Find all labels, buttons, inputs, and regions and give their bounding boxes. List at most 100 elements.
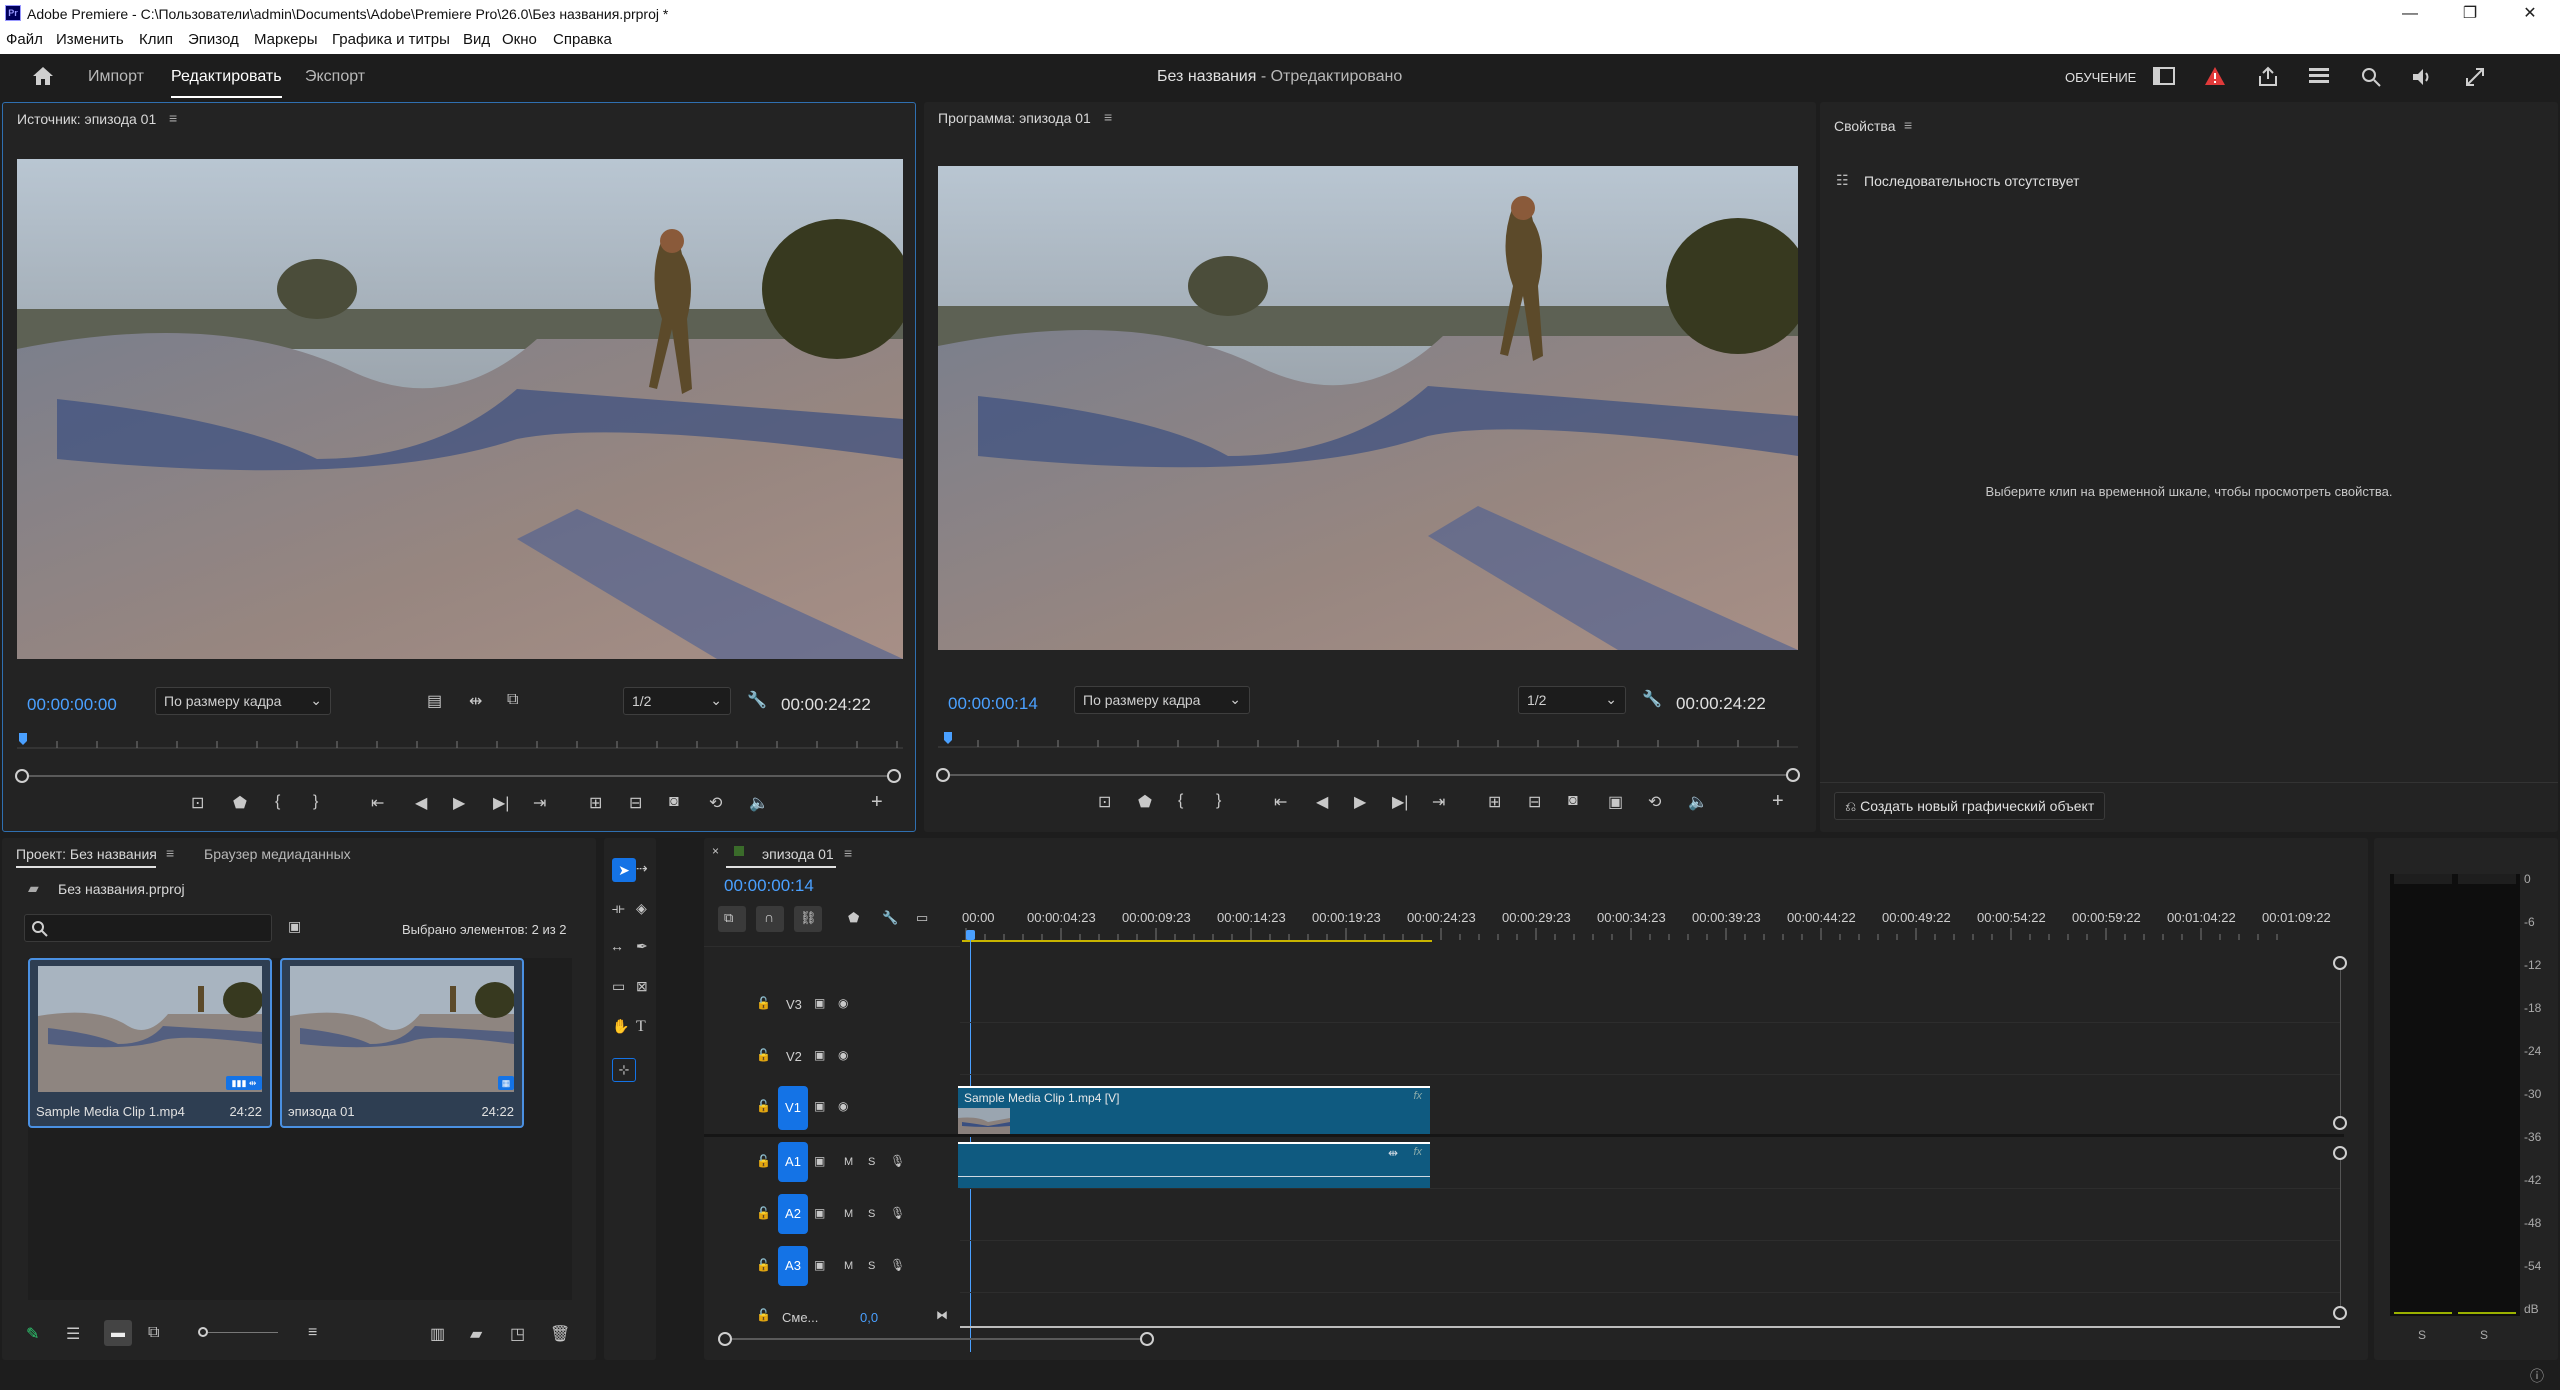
trash-icon[interactable]: 🗑 xyxy=(550,1324,570,1344)
program-scrub-bar[interactable] xyxy=(944,774,1796,776)
hand-tool-icon[interactable]: ✋ xyxy=(612,1018,629,1035)
source-fit-dropdown[interactable]: По размеру кадра ⌄ xyxy=(155,687,331,715)
menu-graphics[interactable]: Графика и титры xyxy=(332,31,450,48)
drag-audio-icon[interactable]: ⧉ xyxy=(507,691,518,709)
audio-scroll-top-handle[interactable] xyxy=(2333,1146,2347,1160)
source-timecode[interactable]: 00:00:00:00 xyxy=(27,695,117,715)
sync-lock-icon[interactable]: ▣ xyxy=(814,1099,825,1113)
playhead-handle[interactable] xyxy=(966,930,975,940)
program-fit-dropdown[interactable]: По размеру кадра ⌄ xyxy=(1074,686,1250,714)
program-time-ruler[interactable] xyxy=(938,728,1798,748)
media-browser-tab[interactable]: Браузер медиаданных xyxy=(204,846,351,862)
linked-selection-button[interactable]: ⛓ xyxy=(794,906,822,932)
nest-toggle-button[interactable]: ⧉ xyxy=(718,906,746,932)
selection-tool-icon[interactable]: ➤ xyxy=(612,858,636,882)
video-scroll-track[interactable] xyxy=(2340,964,2341,1124)
timeline-scroll-end-handle[interactable] xyxy=(1140,1332,1154,1346)
menu-help[interactable]: Справка xyxy=(553,31,612,48)
solo-button[interactable]: S xyxy=(868,1260,875,1272)
pen-tool-icon[interactable]: ✒ xyxy=(636,938,648,955)
rectangle-tool-icon[interactable]: ▭ xyxy=(612,978,625,995)
track-select-tool-icon[interactable]: ⇢ xyxy=(636,860,648,877)
learn-button[interactable]: ОБУЧЕНИЕ xyxy=(2065,70,2136,85)
drag-video-icon[interactable]: ⇹ xyxy=(469,691,482,711)
add-button-icon[interactable]: + xyxy=(1772,790,1784,813)
panel-layout-icon[interactable] xyxy=(2153,67,2175,85)
video-scroll-top-handle[interactable] xyxy=(2333,956,2347,970)
mix-volume-value[interactable]: 0,0 xyxy=(860,1310,878,1325)
timeline-ruler[interactable]: 00:00 00:00:04:23 00:00:09:23 00:00:14:23 00… xyxy=(962,904,2334,942)
lock-icon[interactable]: 🔓 xyxy=(756,1048,771,1062)
microphone-icon[interactable]: 🎙 xyxy=(890,1206,905,1220)
program-timecode[interactable]: 00:00:00:14 xyxy=(948,694,1038,714)
track-label-v2[interactable]: V2 xyxy=(786,1049,802,1064)
pencil-icon[interactable]: ✎ xyxy=(26,1324,39,1344)
fullscreen-icon[interactable] xyxy=(2464,66,2486,88)
program-resolution-dropdown[interactable]: 1/2 ⌄ xyxy=(1518,686,1626,714)
timeline-menu-icon[interactable]: ≡ xyxy=(844,845,852,861)
microphone-icon[interactable]: 🎙 xyxy=(890,1154,905,1168)
timeline-settings-wrench-icon[interactable]: 🔧 xyxy=(882,910,898,926)
track-target-a3[interactable]: A3 xyxy=(778,1246,808,1286)
new-item-icon[interactable]: ◳ xyxy=(510,1324,525,1344)
snap-button[interactable]: ∩ xyxy=(756,906,784,932)
mark-out-icon[interactable]: } xyxy=(313,793,318,811)
mute-button[interactable]: M xyxy=(844,1260,853,1272)
sort-icon[interactable]: ≡ xyxy=(308,1324,317,1342)
volume-icon[interactable] xyxy=(2410,66,2434,88)
lift-icon[interactable]: ⊞ xyxy=(1488,792,1501,812)
track-target-a1[interactable]: A1 xyxy=(778,1142,808,1182)
menu-window[interactable]: Окно xyxy=(502,31,537,48)
speech-tool-icon[interactable]: ⊹ xyxy=(612,1058,636,1082)
program-panel-menu-icon[interactable]: ≡ xyxy=(1104,109,1112,125)
track-label-v3[interactable]: V3 xyxy=(786,997,802,1012)
meter-solo-left[interactable]: S xyxy=(2418,1328,2426,1342)
share-icon[interactable] xyxy=(2257,65,2279,87)
captions-icon[interactable]: ▭ xyxy=(916,910,928,926)
mute-button[interactable]: M xyxy=(844,1156,853,1168)
step-back-icon[interactable]: ◀ xyxy=(1316,792,1328,812)
eye-icon[interactable]: ◉ xyxy=(838,996,848,1010)
menu-clip[interactable]: Клип xyxy=(139,31,173,48)
lock-icon[interactable]: 🔓 xyxy=(756,1206,771,1220)
automate-to-sequence-icon[interactable]: ▥ xyxy=(430,1324,445,1344)
timeline-timecode[interactable]: 00:00:00:14 xyxy=(724,876,814,896)
lock-icon[interactable]: 🔓 xyxy=(756,1308,771,1322)
step-forward-icon[interactable]: ▶| xyxy=(493,793,509,813)
program-zoom-end-handle[interactable] xyxy=(1786,768,1800,782)
overwrite-clip-icon[interactable]: ⊟ xyxy=(629,793,642,813)
lock-icon[interactable]: 🔓 xyxy=(756,996,771,1010)
razor-tool-icon[interactable]: ◈ xyxy=(636,900,647,917)
insert-clip-icon[interactable]: ⊞ xyxy=(589,793,602,813)
work-area-bar[interactable] xyxy=(962,940,1432,942)
close-sequence-icon[interactable]: × xyxy=(712,844,719,858)
speaker-icon[interactable]: 🔈 xyxy=(749,793,769,813)
zoom-slider-handle[interactable] xyxy=(198,1327,208,1337)
add-marker-icon[interactable]: ⬟ xyxy=(848,910,859,926)
extract-icon[interactable]: ⊟ xyxy=(1528,792,1541,812)
go-to-out-icon[interactable]: ⇥ xyxy=(533,793,546,813)
source-zoom-start-handle[interactable] xyxy=(15,769,29,783)
new-bin-from-search-icon[interactable]: ▣ xyxy=(288,918,301,935)
source-time-ruler[interactable] xyxy=(17,729,903,749)
mark-out-icon[interactable]: } xyxy=(1216,792,1221,810)
project-search-input[interactable] xyxy=(24,914,272,942)
step-forward-icon[interactable]: ▶| xyxy=(1392,792,1408,812)
properties-menu-icon[interactable]: ≡ xyxy=(1904,117,1912,133)
tab-edit[interactable]: Редактировать xyxy=(171,68,282,86)
camera-icon[interactable]: ◙ xyxy=(1568,792,1578,810)
list-view-icon[interactable]: ☰ xyxy=(66,1324,80,1344)
sync-lock-icon[interactable]: ▣ xyxy=(814,1154,825,1168)
timeline-tab[interactable]: эпизода 01 xyxy=(762,846,834,862)
info-icon[interactable]: ⓘ xyxy=(2530,1366,2544,1386)
lock-icon[interactable]: 🔓 xyxy=(756,1154,771,1168)
go-to-in-icon[interactable]: ⇤ xyxy=(371,793,384,813)
minimize-button[interactable]: — xyxy=(2380,0,2440,28)
source-zoom-end-handle[interactable] xyxy=(887,769,901,783)
go-to-out-icon[interactable]: ⇥ xyxy=(1432,792,1445,812)
add-button-icon[interactable]: + xyxy=(871,791,883,814)
ripple-edit-tool-icon[interactable]: ⟛ xyxy=(612,900,625,917)
loop-icon[interactable]: ⟲ xyxy=(709,793,722,813)
icon-view-button[interactable]: ▬ xyxy=(104,1320,132,1346)
project-item-sequence[interactable]: ▦ эпизода 01 24:22 xyxy=(280,958,524,1128)
